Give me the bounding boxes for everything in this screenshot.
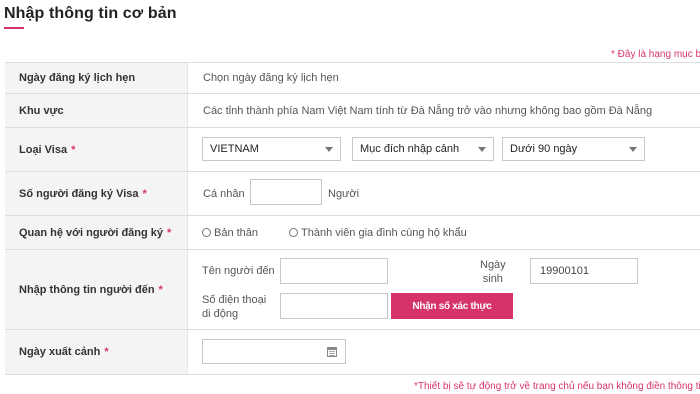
appointment-date-label-cell: Ngày đăng ký lịch hẹn <box>5 63 188 93</box>
required-mark: * <box>142 187 147 200</box>
arrival-info-row: Nhập thông tin người đến * Tên người đến … <box>5 250 700 330</box>
chevron-down-icon <box>478 147 486 152</box>
birthdate-input[interactable]: 19900101 <box>530 258 638 284</box>
applicant-count-row: Số người đăng ký Visa * Cá nhân Người <box>5 172 700 216</box>
region-label: Khu vực <box>19 104 64 117</box>
required-note: * Đây là hạng mục bắ <box>611 49 700 60</box>
purpose-selected-value: Mục đích nhập cảnh <box>360 143 460 155</box>
page-title: Nhập thông tin cơ bản <box>4 5 177 22</box>
appointment-date-label: Ngày đăng ký lịch hẹn <box>19 72 136 84</box>
relationship-option-family-label: Thành viên gia đình cùng hộ khẩu <box>301 226 467 239</box>
chevron-down-icon <box>629 147 637 152</box>
radio-icon <box>289 228 298 237</box>
required-mark: * <box>71 143 76 156</box>
departure-date-input[interactable] <box>202 339 346 364</box>
basic-info-form: Ngày đăng ký lịch hẹn Chọn ngày đăng ký … <box>5 62 700 375</box>
departure-date-row: Ngày xuất cảnh * <box>5 330 700 375</box>
birthdate-label: Ngày sinh <box>480 258 506 286</box>
duration-select[interactable]: Dưới 90 ngày <box>502 137 645 161</box>
arrival-name-label: Tên người đến <box>202 265 275 277</box>
nationality-select[interactable]: VIETNAM <box>202 137 341 161</box>
applicant-count-suffix: Người <box>328 187 360 200</box>
appointment-date-picker-link[interactable]: Chọn ngày đăng ký lịch hẹn <box>203 72 339 84</box>
auto-return-note: *Thiết bị sẽ tự động trở về trang chủ nế… <box>414 381 700 392</box>
birthdate-label-line1: Ngày <box>480 259 506 271</box>
chevron-down-icon <box>325 147 333 152</box>
required-mark: * <box>158 283 163 296</box>
title-underline <box>4 27 24 29</box>
arrival-name-input[interactable] <box>280 258 388 284</box>
nationality-selected-value: VIETNAM <box>210 143 259 155</box>
appointment-date-row: Ngày đăng ký lịch hẹn Chọn ngày đăng ký … <box>5 63 700 94</box>
get-verification-code-button[interactable]: Nhận số xác thực <box>391 293 513 319</box>
phone-input[interactable] <box>280 293 388 319</box>
visa-type-label: Loại Visa <box>19 143 68 156</box>
radio-icon <box>202 228 211 237</box>
relationship-row: Quan hệ với người đăng ký * Bản thân Thàn… <box>5 216 700 250</box>
visa-type-row: Loại Visa * VIETNAM Mục đích nhập cảnh Dư… <box>5 128 700 172</box>
purpose-select[interactable]: Mục đích nhập cảnh <box>352 137 494 161</box>
birthdate-label-line2: sinh <box>482 273 503 285</box>
applicant-count-input[interactable] <box>250 179 322 205</box>
required-mark: * <box>104 346 109 358</box>
applicant-count-prefix: Cá nhân <box>203 187 245 200</box>
phone-label: Số điện thoại di động <box>202 293 266 321</box>
relationship-option-self-label: Bản thân <box>214 226 259 239</box>
region-value: Các tỉnh thành phía Nam Việt Nam tính từ… <box>203 104 653 117</box>
region-row: Khu vực Các tỉnh thành phía Nam Việt Nam… <box>5 94 700 128</box>
arrival-info-label: Nhập thông tin người đến <box>19 283 155 296</box>
relationship-option-self[interactable]: Bản thân <box>202 227 258 239</box>
duration-selected-value: Dưới 90 ngày <box>510 143 578 155</box>
phone-label-line1: Số điện thoại <box>202 294 267 306</box>
phone-label-line2: di động <box>202 308 239 320</box>
required-mark: * <box>167 226 172 239</box>
calendar-icon[interactable] <box>327 347 337 357</box>
applicant-count-label: Số người đăng ký Visa <box>19 187 139 200</box>
relationship-option-family[interactable]: Thành viên gia đình cùng hộ khẩu <box>289 227 467 239</box>
relationship-label: Quan hệ với người đăng ký <box>19 226 164 239</box>
departure-date-label: Ngày xuất cảnh <box>19 346 101 358</box>
